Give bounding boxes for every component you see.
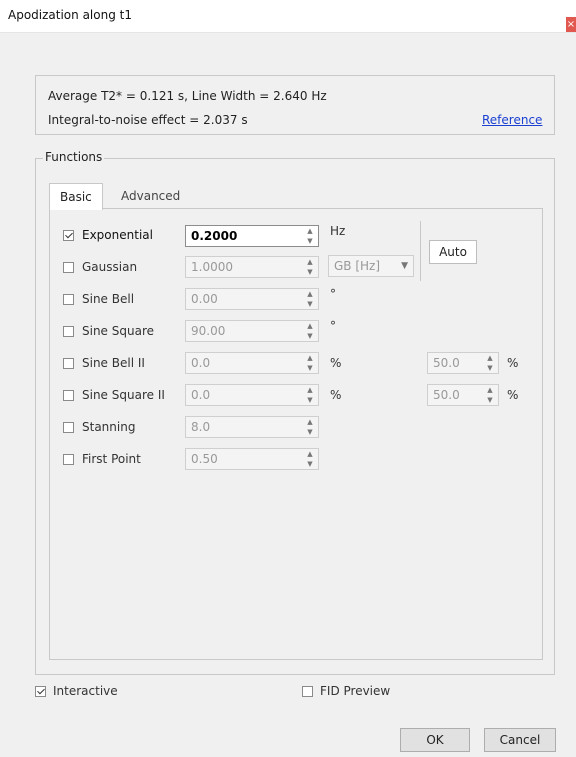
gaussian-label: Gaussian xyxy=(82,260,138,274)
fid-preview-checkbox[interactable] xyxy=(302,686,313,697)
sine-square-ii-unit-2: % xyxy=(507,388,519,402)
gaussian-unit-select[interactable]: GB [Hz] ▼ xyxy=(328,255,414,277)
sine-square-ii-spinner[interactable]: ▲ ▼ xyxy=(302,385,318,405)
window-title: Apodization along t1 xyxy=(8,8,132,22)
exponential-spinner[interactable]: ▲ ▼ xyxy=(302,226,318,246)
functions-group-label: Functions xyxy=(43,150,105,164)
sine-bell-ii-input-2[interactable]: 50.0 ▲ ▼ xyxy=(427,352,499,374)
sine-bell-spinner[interactable]: ▲ ▼ xyxy=(302,289,318,309)
ok-button[interactable]: OK xyxy=(400,728,470,752)
sine-bell-unit: ° xyxy=(330,287,336,301)
first-point-label: First Point xyxy=(82,452,141,466)
auto-button[interactable]: Auto xyxy=(429,240,477,264)
reference-link[interactable]: Reference xyxy=(482,113,542,127)
tab-advanced[interactable]: Advanced xyxy=(111,183,190,209)
sine-square-ii-input-2[interactable]: 50.0 ▲ ▼ xyxy=(427,384,499,406)
sine-bell-ii-unit-2: % xyxy=(507,356,519,370)
chevron-down-icon: ▼ xyxy=(401,261,408,271)
sine-bell-input[interactable]: 0.00 ▲ ▼ xyxy=(185,288,319,310)
linewidth-text: Average T2* = 0.121 s, Line Width = 2.64… xyxy=(48,89,327,103)
info-panel: Average T2* = 0.121 s, Line Width = 2.64… xyxy=(35,75,555,135)
sine-bell-ii-unit: % xyxy=(330,356,342,370)
sine-square-spinner[interactable]: ▲ ▼ xyxy=(302,321,318,341)
sine-square-ii-spinner-2[interactable]: ▲ ▼ xyxy=(482,385,498,405)
interactive-checkbox[interactable] xyxy=(35,686,46,697)
sine-bell-ii-label: Sine Bell II xyxy=(82,356,145,370)
exponential-checkbox[interactable] xyxy=(63,230,74,241)
separator xyxy=(420,221,421,281)
first-point-spinner[interactable]: ▲ ▼ xyxy=(302,449,318,469)
gaussian-checkbox[interactable] xyxy=(63,262,74,273)
exponential-unit: Hz xyxy=(330,224,346,238)
sine-square-input[interactable]: 90.00 ▲ ▼ xyxy=(185,320,319,342)
sine-bell-ii-checkbox[interactable] xyxy=(63,358,74,369)
sine-square-checkbox[interactable] xyxy=(63,326,74,337)
fid-preview-label: FID Preview xyxy=(320,684,391,698)
stanning-input[interactable]: 8.0 ▲ ▼ xyxy=(185,416,319,438)
sine-square-ii-checkbox[interactable] xyxy=(63,390,74,401)
sine-bell-ii-spinner[interactable]: ▲ ▼ xyxy=(302,353,318,373)
sine-bell-ii-spinner-2[interactable]: ▲ ▼ xyxy=(482,353,498,373)
first-point-checkbox[interactable] xyxy=(63,454,74,465)
stanning-label: Stanning xyxy=(82,420,136,434)
title-bar: Apodization along t1 × xyxy=(0,0,576,33)
sine-bell-ii-input[interactable]: 0.0 ▲ ▼ xyxy=(185,352,319,374)
gaussian-input[interactable]: 1.0000 ▲ ▼ xyxy=(185,256,319,278)
integral-noise-text: Integral-to-noise effect = 2.037 s xyxy=(48,113,248,127)
sine-bell-checkbox[interactable] xyxy=(63,294,74,305)
stanning-checkbox[interactable] xyxy=(63,422,74,433)
first-point-input[interactable]: 0.50 ▲ ▼ xyxy=(185,448,319,470)
sine-square-label: Sine Square xyxy=(82,324,154,338)
sine-square-unit: ° xyxy=(330,319,336,333)
interactive-label: Interactive xyxy=(53,684,118,698)
exponential-input[interactable]: 0.2000 ▲ ▼ xyxy=(185,225,319,247)
sine-square-ii-label: Sine Square II xyxy=(82,388,165,402)
exponential-label: Exponential xyxy=(82,228,153,242)
cancel-button[interactable]: Cancel xyxy=(484,728,556,752)
gaussian-spinner[interactable]: ▲ ▼ xyxy=(302,257,318,277)
sine-square-ii-input[interactable]: 0.0 ▲ ▼ xyxy=(185,384,319,406)
sine-square-ii-unit: % xyxy=(330,388,342,402)
tab-basic[interactable]: Basic xyxy=(49,183,103,210)
stanning-spinner[interactable]: ▲ ▼ xyxy=(302,417,318,437)
close-icon[interactable]: × xyxy=(566,17,576,32)
sine-bell-label: Sine Bell xyxy=(82,292,135,306)
